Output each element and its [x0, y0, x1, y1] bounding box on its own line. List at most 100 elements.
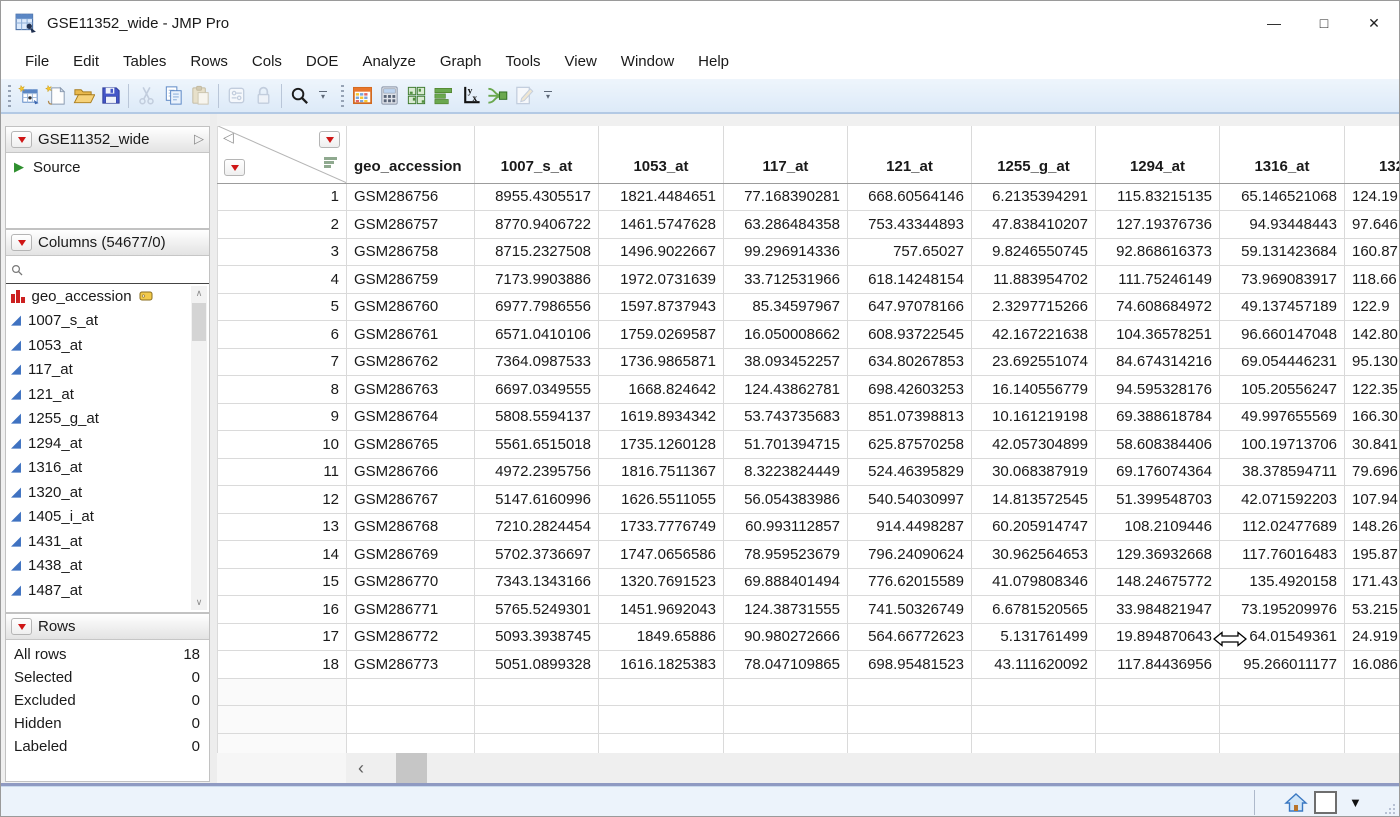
- row-number[interactable]: 3: [218, 238, 347, 266]
- cell-121_at[interactable]: 851.07398813: [848, 403, 972, 431]
- cell-1255_g_at[interactable]: 16.140556779: [972, 376, 1096, 404]
- cell-117_at[interactable]: 69.888401494: [724, 568, 848, 596]
- resize-grip[interactable]: [1381, 800, 1397, 816]
- column-header-1255_g_at[interactable]: 1255_g_at: [972, 126, 1096, 183]
- horizontal-scrollbar[interactable]: ‹: [346, 753, 1400, 783]
- cell-1007_s_at[interactable]: 6697.0349555: [475, 376, 599, 404]
- cell-117_at[interactable]: 38.093452257: [724, 348, 848, 376]
- rows-panel-menu-button[interactable]: [11, 618, 32, 635]
- cell-1007_s_at[interactable]: 5702.3736697: [475, 541, 599, 569]
- menu-graph[interactable]: Graph: [428, 45, 494, 79]
- window-layout-icon[interactable]: [403, 82, 430, 109]
- row-number[interactable]: 5: [218, 293, 347, 321]
- cell-1294_at[interactable]: 127.19376736: [1096, 211, 1220, 239]
- cell-geo_accession[interactable]: GSM286766: [347, 458, 475, 486]
- cell-117_at[interactable]: 85.34597967: [724, 293, 848, 321]
- cell-1255_g_at[interactable]: 23.692551074: [972, 348, 1096, 376]
- cell-1320_at[interactable]: 142.80: [1345, 321, 1400, 349]
- menu-doe[interactable]: DOE: [294, 45, 351, 79]
- formula-editor-icon[interactable]: [376, 82, 403, 109]
- cell-1294_at[interactable]: 74.608684972: [1096, 293, 1220, 321]
- column-item-1405_i_at[interactable]: ◢1405_i_at: [6, 505, 209, 530]
- scrollbar-thumb[interactable]: [396, 753, 427, 783]
- cell-1255_g_at[interactable]: 6.6781520565: [972, 596, 1096, 624]
- cell-1316_at[interactable]: 69.054446231: [1220, 348, 1345, 376]
- scroll-up-icon[interactable]: ∧: [191, 286, 207, 301]
- row-number[interactable]: 10: [218, 431, 347, 459]
- cell-1255_g_at[interactable]: 42.057304899: [972, 431, 1096, 459]
- cell-121_at[interactable]: 698.42603253: [848, 376, 972, 404]
- menu-edit[interactable]: Edit: [61, 45, 111, 79]
- cell-1316_at[interactable]: 117.76016483: [1220, 541, 1345, 569]
- cell-117_at[interactable]: 33.712531966: [724, 266, 848, 294]
- column-item-121_at[interactable]: ◢121_at: [6, 382, 209, 407]
- columns-panel-menu-button[interactable]: [11, 234, 32, 251]
- cell-1053_at[interactable]: 1849.65886: [599, 623, 724, 651]
- cell-1316_at[interactable]: 59.131423684: [1220, 238, 1345, 266]
- column-item-1320_at[interactable]: ◢1320_at: [6, 480, 209, 505]
- cell-1294_at[interactable]: 148.24675772: [1096, 568, 1220, 596]
- cell-1255_g_at[interactable]: 41.079808346: [972, 568, 1096, 596]
- cell-1320_at[interactable]: 107.94: [1345, 486, 1400, 514]
- cell-121_at[interactable]: 625.87570258: [848, 431, 972, 459]
- cell-geo_accession[interactable]: GSM286761: [347, 321, 475, 349]
- column-header-117_at[interactable]: 117_at: [724, 126, 848, 183]
- close-button[interactable]: ✕: [1349, 1, 1399, 45]
- cell-121_at[interactable]: 618.14248154: [848, 266, 972, 294]
- cell-1007_s_at[interactable]: 8955.4305517: [475, 183, 599, 211]
- table-panel-menu-button[interactable]: [11, 131, 32, 148]
- cell-1255_g_at[interactable]: 30.962564653: [972, 541, 1096, 569]
- dropdown-arrow-icon[interactable]: ▼: [1349, 795, 1362, 810]
- cell-1294_at[interactable]: 58.608384406: [1096, 431, 1220, 459]
- row-number[interactable]: 8: [218, 376, 347, 404]
- row-number[interactable]: 1: [218, 183, 347, 211]
- toolbar-overflow-icon[interactable]: ▾: [316, 84, 330, 108]
- row-number[interactable]: 12: [218, 486, 347, 514]
- row-number[interactable]: 2: [218, 211, 347, 239]
- cell-117_at[interactable]: 60.993112857: [724, 513, 848, 541]
- cell-1316_at[interactable]: 49.137457189: [1220, 293, 1345, 321]
- row-number[interactable]: 7: [218, 348, 347, 376]
- cell-117_at[interactable]: 51.701394715: [724, 431, 848, 459]
- scroll-down-icon[interactable]: ∨: [191, 595, 207, 610]
- cell-117_at[interactable]: 63.286484358: [724, 211, 848, 239]
- cell-1320_at[interactable]: 195.87: [1345, 541, 1400, 569]
- cell-1320_at[interactable]: 16.086: [1345, 651, 1400, 679]
- toolbar-drag-handle[interactable]: [8, 85, 11, 107]
- menu-tools[interactable]: Tools: [494, 45, 553, 79]
- cell-121_at[interactable]: 647.97078166: [848, 293, 972, 321]
- source-script-item[interactable]: ▶ Source: [6, 153, 209, 182]
- cell-1316_at[interactable]: 100.19713706: [1220, 431, 1345, 459]
- scroll-left-icon[interactable]: ‹: [346, 753, 376, 783]
- row-number[interactable]: 6: [218, 321, 347, 349]
- color-swatch[interactable]: [1314, 791, 1337, 814]
- cell-geo_accession[interactable]: GSM286760: [347, 293, 475, 321]
- cell-1320_at[interactable]: 79.696: [1345, 458, 1400, 486]
- cell-1007_s_at[interactable]: 4972.2395756: [475, 458, 599, 486]
- cell-1320_at[interactable]: 122.35: [1345, 376, 1400, 404]
- cell-1316_at[interactable]: 94.93448443: [1220, 211, 1345, 239]
- cell-1294_at[interactable]: 33.984821947: [1096, 596, 1220, 624]
- cell-1316_at[interactable]: 42.071592203: [1220, 486, 1345, 514]
- cell-121_at[interactable]: 741.50326749: [848, 596, 972, 624]
- row-number[interactable]: 11: [218, 458, 347, 486]
- cell-1320_at[interactable]: 171.43: [1345, 568, 1400, 596]
- columns-scrollbar[interactable]: ∧ ∨: [191, 286, 207, 610]
- cell-1007_s_at[interactable]: 5765.5249301: [475, 596, 599, 624]
- cell-1053_at[interactable]: 1759.0269587: [599, 321, 724, 349]
- column-header-1007_s_at[interactable]: 1007_s_at: [475, 126, 599, 183]
- cell-1320_at[interactable]: 148.26: [1345, 513, 1400, 541]
- toolbar-drag-handle[interactable]: [341, 85, 344, 107]
- cell-geo_accession[interactable]: GSM286763: [347, 376, 475, 404]
- cell-1053_at[interactable]: 1597.8737943: [599, 293, 724, 321]
- cell-1294_at[interactable]: 69.388618784: [1096, 403, 1220, 431]
- cell-1255_g_at[interactable]: 9.8246550745: [972, 238, 1096, 266]
- menu-help[interactable]: Help: [686, 45, 741, 79]
- cell-121_at[interactable]: 757.65027: [848, 238, 972, 266]
- cell-geo_accession[interactable]: GSM286771: [347, 596, 475, 624]
- cell-1053_at[interactable]: 1972.0731639: [599, 266, 724, 294]
- cell-121_at[interactable]: 796.24090624: [848, 541, 972, 569]
- cell-1316_at[interactable]: 135.4920158: [1220, 568, 1345, 596]
- cell-1320_at[interactable]: 166.30: [1345, 403, 1400, 431]
- new-data-table-icon[interactable]: [16, 82, 43, 109]
